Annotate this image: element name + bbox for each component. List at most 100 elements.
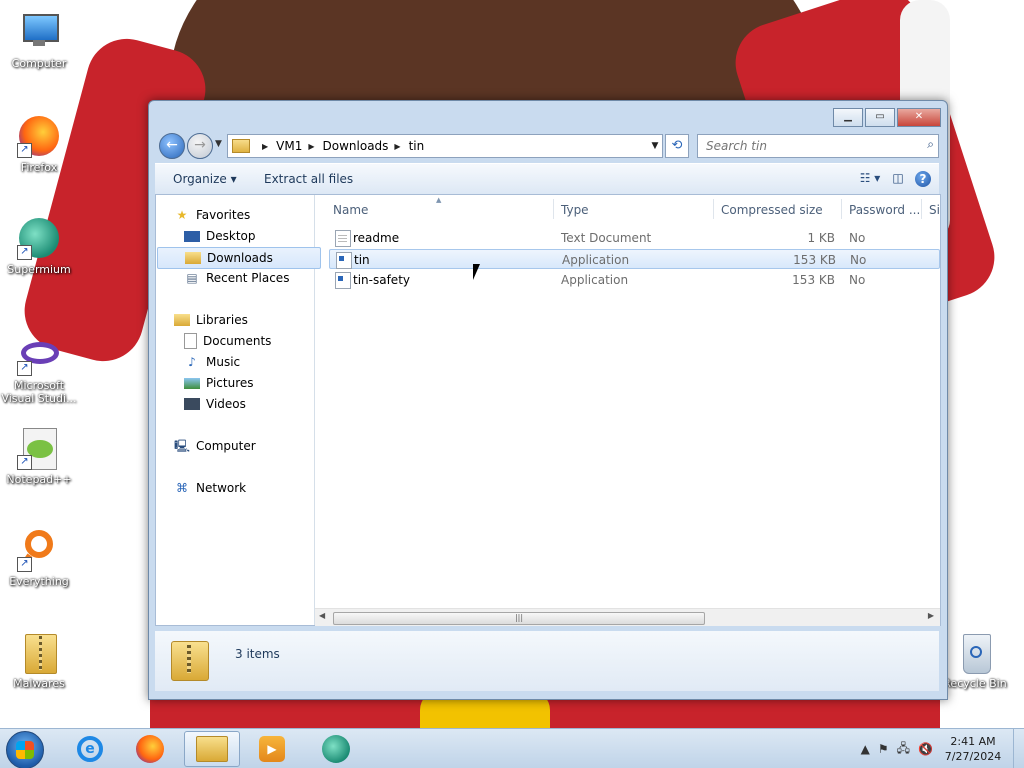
clock[interactable]: 2:41 AM 7/27/2024 <box>937 734 1009 764</box>
application-icon <box>335 272 351 289</box>
desktop-icon-supermium[interactable]: ↗ Supermium <box>0 216 78 276</box>
nav-libraries[interactable]: Libraries <box>174 310 248 330</box>
supermium-icon <box>322 735 350 763</box>
desktop-icon-notepadpp[interactable]: ↗ Notepad++ <box>0 426 78 486</box>
close-button[interactable]: ✕ <box>897 108 941 127</box>
back-button[interactable]: ← <box>159 133 185 159</box>
desktop-icon-firefox[interactable]: ↗ Firefox <box>0 114 78 174</box>
item-count: 3 items <box>235 647 280 661</box>
column-headers: ▲ Name Type Compressed size Password ...… <box>315 195 940 223</box>
windows-logo-icon <box>16 741 34 759</box>
taskbar-explorer[interactable] <box>184 731 240 767</box>
taskbar-internet-explorer[interactable]: e <box>62 731 118 767</box>
desktop-icon-malwares[interactable]: Malwares <box>0 630 78 690</box>
search-icon[interactable]: ⌕ <box>927 137 934 152</box>
chevron-right-icon[interactable]: ▶ <box>308 142 314 151</box>
refresh-button[interactable]: ⟲ <box>665 134 689 158</box>
chevron-right-icon[interactable]: ▶ <box>262 142 268 151</box>
file-list: ▲ Name Type Compressed size Password ...… <box>315 195 940 626</box>
extract-all-button[interactable]: Extract all files <box>264 172 353 186</box>
folder-icon <box>232 139 250 153</box>
volume-muted-icon[interactable]: 🔇 <box>918 742 933 756</box>
column-header-password[interactable]: Password ... <box>849 203 920 217</box>
start-button[interactable] <box>6 731 44 768</box>
breadcrumb-item-tin[interactable]: tin <box>409 139 425 153</box>
maximize-button[interactable]: ▭ <box>865 108 895 127</box>
firefox-icon <box>136 735 164 763</box>
nav-downloads[interactable]: Downloads <box>157 247 321 269</box>
shortcut-arrow-icon: ↗ <box>17 557 32 572</box>
taskbar-firefox[interactable] <box>122 731 178 767</box>
application-icon <box>336 252 352 269</box>
search-input[interactable] <box>704 138 908 154</box>
nav-music[interactable]: ♪ Music <box>184 352 240 372</box>
nav-pictures[interactable]: Pictures <box>184 373 254 393</box>
folder-icon <box>196 736 228 762</box>
shortcut-arrow-icon: ↗ <box>17 143 32 158</box>
nav-favorites[interactable]: ★ Favorites <box>174 205 251 225</box>
nav-desktop[interactable]: Desktop <box>184 226 256 246</box>
explorer-window[interactable]: ▁ ▭ ✕ ← → ▼ ▶ VM1 ▶ Downloads ▶ tin ▼ ⟲ … <box>148 100 948 700</box>
supermium-icon: ↗ <box>17 216 61 260</box>
everything-icon: ↗ <box>17 528 61 572</box>
desktop-icon-visual-studio[interactable]: ↗ Microsoft Visual Studi... <box>0 332 78 405</box>
horizontal-scrollbar[interactable]: ◀ ||| ▶ <box>315 608 940 626</box>
recent-places-icon: ▤ <box>186 271 198 285</box>
nav-computer[interactable]: 🖳 Computer <box>174 436 256 456</box>
nav-documents[interactable]: Documents <box>184 331 271 351</box>
desktop-icon-everything[interactable]: ↗ Everything <box>0 528 78 588</box>
network-icon: ⌘ <box>176 481 188 495</box>
taskbar-media-player[interactable]: ▶ <box>244 731 300 767</box>
libraries-icon <box>174 314 190 326</box>
nav-videos[interactable]: Videos <box>184 394 246 414</box>
nav-network[interactable]: ⌘ Network <box>174 478 246 498</box>
sort-ascending-icon: ▲ <box>436 196 442 204</box>
music-icon: ♪ <box>188 355 196 369</box>
text-document-icon <box>335 230 351 247</box>
network-tray-icon[interactable]: 🖧 <box>897 739 910 760</box>
chevron-right-icon[interactable]: ▶ <box>394 142 400 151</box>
show-hidden-icons-icon[interactable]: ▲ <box>861 742 870 756</box>
clock-time: 2:41 AM <box>950 735 996 748</box>
organize-button[interactable]: Organize ▾ <box>173 172 237 186</box>
change-view-icon[interactable]: ☷ ▾ <box>859 169 881 189</box>
column-header-name[interactable]: Name <box>333 203 368 217</box>
system-tray: ▲ ⚑ 🖧 🔇 2:41 AM 7/27/2024 <box>857 729 1024 768</box>
computer-icon: 🖳 <box>174 439 191 453</box>
address-dropdown-icon[interactable]: ▼ <box>648 141 662 151</box>
caption-buttons: ▁ ▭ ✕ <box>831 108 941 127</box>
navigation-pane: ★ Favorites Desktop Downloads ▤ Recent P… <box>156 195 321 625</box>
scroll-right-icon[interactable]: ▶ <box>928 611 934 620</box>
breadcrumb-item-downloads[interactable]: Downloads <box>323 139 389 153</box>
computer-icon <box>17 10 61 54</box>
recycle-bin-icon <box>953 630 997 674</box>
shortcut-arrow-icon: ↗ <box>17 361 32 376</box>
address-bar[interactable]: ▶ VM1 ▶ Downloads ▶ tin ▼ <box>227 134 663 158</box>
action-center-flag-icon[interactable]: ⚑ <box>878 742 889 756</box>
taskbar-supermium[interactable] <box>308 731 364 767</box>
recent-pages-dropdown-icon[interactable]: ▼ <box>215 139 222 149</box>
table-row[interactable]: readme Text Document 1 KB No <box>329 228 940 248</box>
column-header-type[interactable]: Type <box>561 203 589 217</box>
show-desktop-button[interactable] <box>1013 729 1024 768</box>
shortcut-arrow-icon: ↗ <box>17 455 32 470</box>
forward-button[interactable]: → <box>187 133 213 159</box>
table-row[interactable]: tin-safety Application 153 KB No <box>329 270 940 290</box>
help-icon[interactable]: ? <box>915 171 931 187</box>
taskbar: e ▶ ▲ ⚑ 🖧 🔇 2:41 AM 7/27/2024 <box>0 728 1024 768</box>
visual-studio-icon: ↗ <box>17 332 61 376</box>
table-row[interactable]: tin Application 153 KB No <box>329 249 940 269</box>
scroll-left-icon[interactable]: ◀ <box>319 611 325 620</box>
preview-pane-icon[interactable]: ◫ <box>887 169 909 189</box>
scrollbar-thumb[interactable]: ||| <box>333 612 705 625</box>
downloads-folder-icon <box>185 252 201 264</box>
minimize-button[interactable]: ▁ <box>833 108 863 127</box>
clock-date: 7/27/2024 <box>944 750 1002 763</box>
column-header-size[interactable]: Si <box>929 203 940 217</box>
breadcrumb-item-vm1[interactable]: VM1 <box>276 139 302 153</box>
desktop-icon-computer[interactable]: Computer <box>0 10 78 70</box>
nav-recent-places[interactable]: ▤ Recent Places <box>184 268 289 288</box>
column-header-compressed-size[interactable]: Compressed size <box>721 203 823 217</box>
desktop-icon <box>184 230 200 242</box>
search-box[interactable]: ⌕ <box>697 134 939 158</box>
